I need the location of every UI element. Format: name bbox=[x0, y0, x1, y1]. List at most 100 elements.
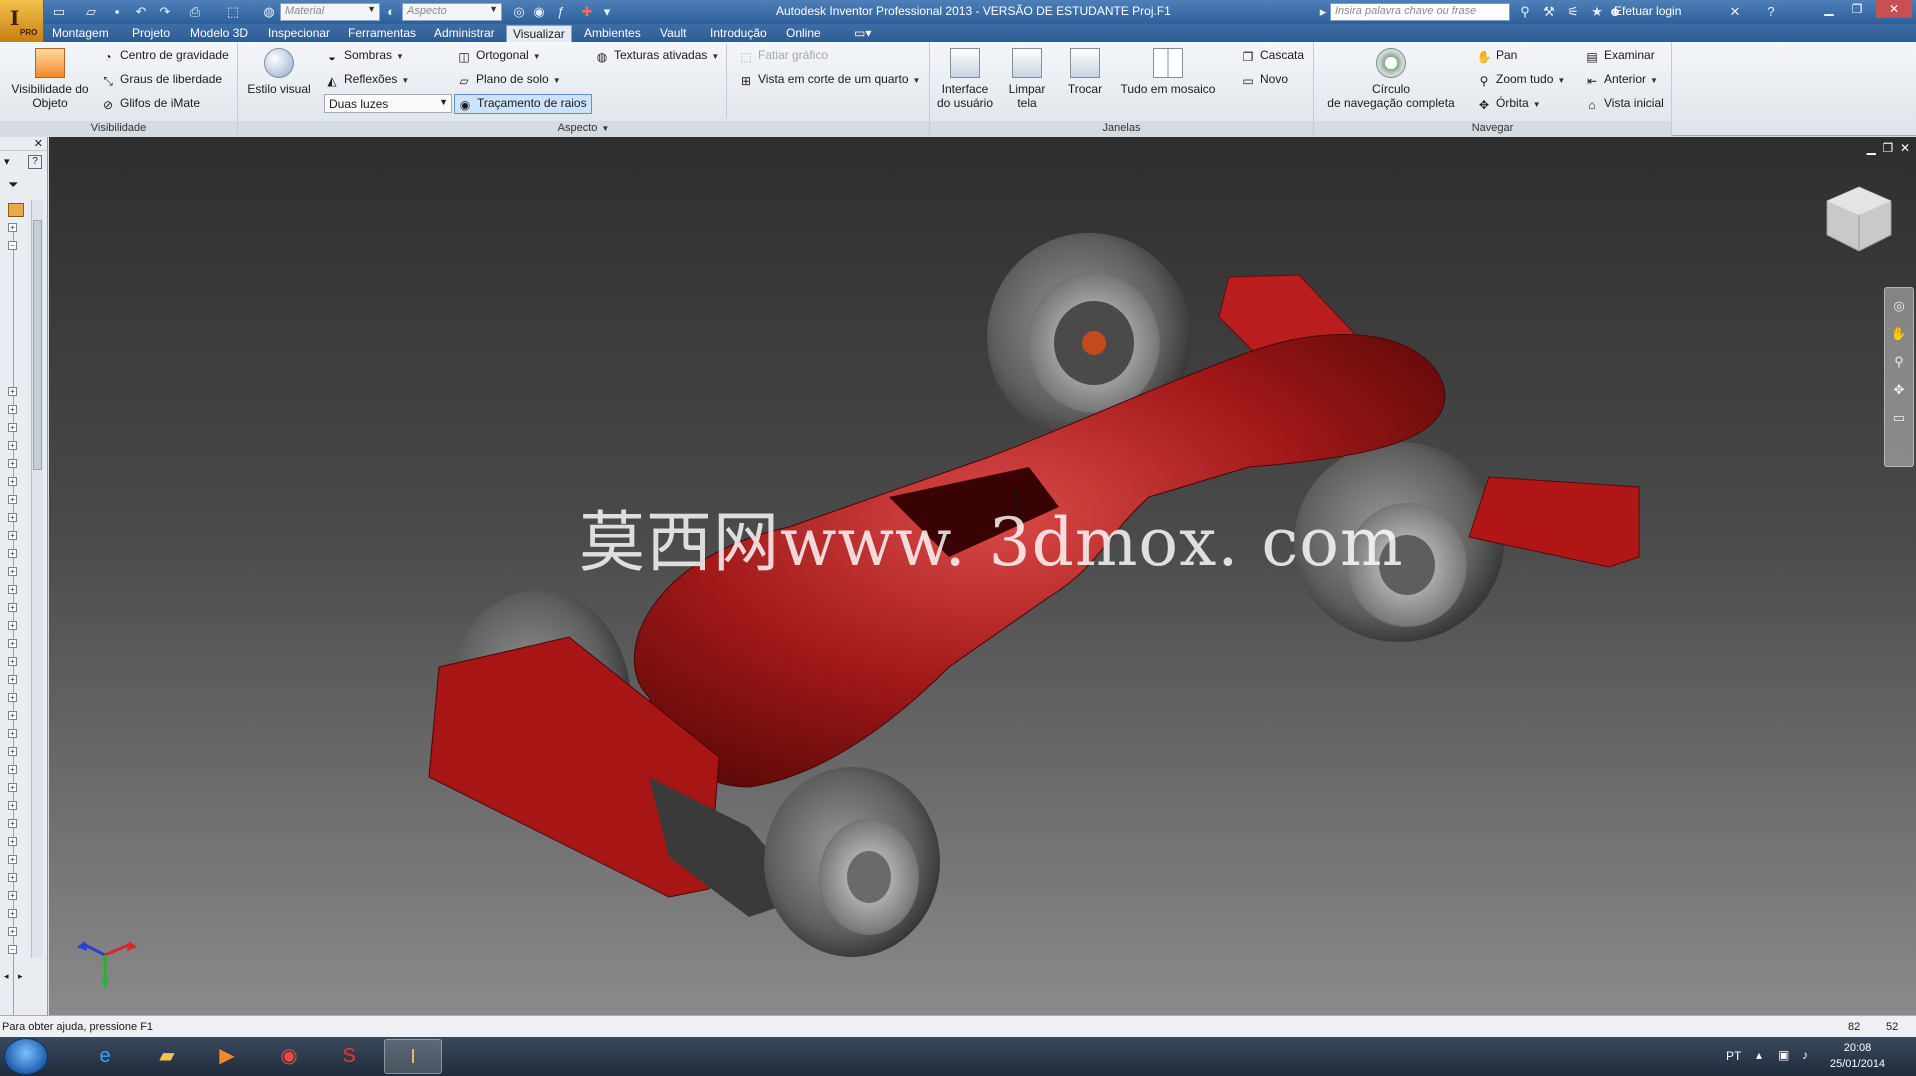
login-button[interactable]: Efetuar login bbox=[1614, 4, 1681, 18]
solidworks-icon[interactable]: S bbox=[320, 1039, 378, 1074]
scroll-right-icon[interactable]: ▸ bbox=[18, 971, 23, 982]
browser-scrollbar[interactable] bbox=[31, 200, 43, 958]
switch-window-button[interactable]: Trocar bbox=[1060, 44, 1110, 96]
parameters-icon[interactable]: ƒ bbox=[552, 3, 570, 21]
ground-plane-button[interactable]: ⏥ Plano de solo ▼ bbox=[456, 72, 560, 88]
tree-expand-toggle[interactable]: + bbox=[8, 765, 17, 774]
inventor-taskbar-icon[interactable]: I bbox=[384, 1039, 442, 1074]
add-icon[interactable]: ✚ bbox=[578, 3, 596, 21]
file-explorer-icon[interactable]: ▰ bbox=[138, 1039, 196, 1074]
tab-visualizar[interactable]: Visualizar bbox=[506, 25, 572, 42]
tree-expand-toggle[interactable]: + bbox=[8, 223, 17, 232]
internet-explorer-icon[interactable]: e bbox=[76, 1039, 134, 1074]
undo-icon[interactable]: ↶ bbox=[132, 3, 150, 21]
tree-expand-toggle[interactable]: − bbox=[8, 241, 17, 250]
object-visibility-button[interactable]: Visibilidade do Objeto bbox=[4, 44, 96, 110]
tree-expand-toggle[interactable]: + bbox=[8, 549, 17, 558]
new-file-icon[interactable]: ▭ bbox=[50, 3, 68, 21]
tab-ambientes[interactable]: Ambientes bbox=[578, 25, 647, 42]
tree-expand-toggle[interactable]: + bbox=[8, 909, 17, 918]
scrollbar-thumb[interactable] bbox=[33, 220, 42, 470]
chrome-icon[interactable]: ◉ bbox=[260, 1039, 318, 1074]
tree-expand-toggle[interactable]: + bbox=[8, 855, 17, 864]
communication-icon[interactable]: ⚟ bbox=[1564, 3, 1582, 21]
quarter-section-view-button[interactable]: ⊞ Vista em corte de um quarto ▼ bbox=[738, 72, 920, 88]
zoom-all-button[interactable]: ⚲ Zoom tudo ▼ bbox=[1476, 72, 1566, 88]
subscription-icon[interactable]: ⚒ bbox=[1540, 3, 1558, 21]
show-hidden-icons-icon[interactable]: ▴ bbox=[1756, 1048, 1762, 1062]
pan-hand-icon[interactable]: ✋ bbox=[1890, 326, 1908, 344]
start-button[interactable] bbox=[4, 1038, 48, 1075]
tab-administrar[interactable]: Administrar bbox=[428, 25, 501, 42]
tree-expand-toggle[interactable]: + bbox=[8, 729, 17, 738]
network-icon[interactable]: ▣ bbox=[1778, 1048, 1789, 1062]
media-player-icon[interactable]: ▶ bbox=[198, 1039, 256, 1074]
tile-all-button[interactable]: Tudo em mosaico bbox=[1118, 44, 1218, 96]
tree-expand-toggle[interactable]: + bbox=[8, 819, 17, 828]
tree-expand-toggle[interactable]: + bbox=[8, 711, 17, 720]
tree-expand-toggle[interactable]: + bbox=[8, 837, 17, 846]
look-at-icon[interactable]: ▭ bbox=[1890, 410, 1908, 428]
tree-expand-toggle[interactable]: + bbox=[8, 495, 17, 504]
select-icon[interactable]: ⬚ bbox=[224, 3, 242, 21]
orbit-button[interactable]: ✥ Órbita ▼ bbox=[1476, 96, 1541, 112]
tab-ferramentas[interactable]: Ferramentas bbox=[342, 25, 422, 42]
print-icon[interactable]: ⎙ bbox=[186, 3, 204, 21]
imate-glyphs-button[interactable]: ⊘ Glifos de iMate bbox=[100, 96, 200, 112]
close-button[interactable]: ✕ bbox=[1876, 0, 1912, 18]
tree-expand-toggle[interactable]: + bbox=[8, 693, 17, 702]
slice-graphics-button[interactable]: ⬚ Fatiar gráfico bbox=[738, 48, 828, 64]
tree-expand-toggle[interactable]: + bbox=[8, 459, 17, 468]
browser-menu-icon[interactable]: ▾ bbox=[4, 155, 10, 168]
look-at-button[interactable]: ▤ Examinar bbox=[1584, 48, 1654, 64]
pan-button[interactable]: ✋ Pan bbox=[1476, 48, 1518, 64]
zoom-icon[interactable]: ⚲ bbox=[1890, 354, 1908, 372]
full-navigation-wheel-button[interactable]: Círculo de navegação completa bbox=[1320, 44, 1462, 110]
tab-introducao[interactable]: Introdução bbox=[704, 25, 773, 42]
tree-expand-toggle[interactable]: + bbox=[8, 513, 17, 522]
minimize-button[interactable]: ▁ bbox=[1816, 0, 1842, 18]
graphics-viewport[interactable]: ▁ ❐ ✕ 1 莫西网www. 3dmox. com ◎ ✋ ⚲ ✥ ▭ bbox=[49, 137, 1916, 1015]
ray-tracing-button[interactable]: ◉ Traçamento de raios bbox=[454, 94, 592, 114]
reflections-button[interactable]: ◭ Reflexões ▼ bbox=[324, 72, 409, 88]
tree-expand-toggle[interactable]: + bbox=[8, 621, 17, 630]
center-of-gravity-button[interactable]: ◔ Centro de gravidade bbox=[100, 48, 228, 64]
orbit-icon[interactable]: ✥ bbox=[1890, 382, 1908, 400]
lighting-style-select[interactable]: Duas luzes ▼ bbox=[324, 94, 452, 113]
help-icon[interactable]: ? bbox=[1762, 3, 1780, 21]
scroll-left-icon[interactable]: ◂ bbox=[4, 971, 9, 982]
tree-expand-toggle[interactable]: + bbox=[8, 603, 17, 612]
tree-expand-toggle[interactable]: + bbox=[8, 675, 17, 684]
system-clock[interactable]: 20:08 25/01/2014 bbox=[1830, 1040, 1885, 1072]
application-menu-button[interactable]: I PRO bbox=[0, 0, 44, 42]
tab-inspecionar[interactable]: Inspecionar bbox=[262, 25, 336, 42]
tree-expand-toggle[interactable]: + bbox=[8, 927, 17, 936]
tree-expand-toggle[interactable]: + bbox=[8, 801, 17, 810]
tab-overflow-icon[interactable]: ▭▾ bbox=[848, 25, 877, 42]
tab-modelo-3d[interactable]: Modelo 3D bbox=[184, 25, 254, 42]
redo-icon[interactable]: ↷ bbox=[156, 3, 174, 21]
textures-on-button[interactable]: ◍ Texturas ativadas ▼ bbox=[594, 48, 720, 64]
filter-icon[interactable]: ⏷ bbox=[8, 177, 18, 193]
favorites-star-icon[interactable]: ★ bbox=[1588, 3, 1606, 21]
tab-montagem[interactable]: Montagem bbox=[46, 25, 115, 42]
tree-expand-toggle[interactable]: + bbox=[8, 585, 17, 594]
open-folder-icon[interactable]: ▱ bbox=[82, 3, 100, 21]
assembly-icon[interactable] bbox=[8, 203, 24, 217]
new-window-button[interactable]: ▭ Novo bbox=[1240, 72, 1288, 88]
tree-expand-toggle[interactable]: − bbox=[8, 945, 17, 954]
help-icon[interactable]: ? bbox=[28, 155, 42, 169]
tree-expand-toggle[interactable]: + bbox=[8, 747, 17, 756]
panel-title-aspecto[interactable]: Aspecto ▼ bbox=[238, 121, 929, 136]
tree-expand-toggle[interactable]: + bbox=[8, 639, 17, 648]
user-interface-button[interactable]: Interface do usuário bbox=[932, 44, 998, 110]
adjust-icon[interactable]: ◉ bbox=[530, 3, 548, 21]
home-view-button[interactable]: ⌂ Vista inicial bbox=[1584, 96, 1663, 112]
previous-view-button[interactable]: ⇤ Anterior ▼ bbox=[1584, 72, 1658, 88]
tab-projeto[interactable]: Projeto bbox=[126, 25, 176, 42]
tree-expand-toggle[interactable]: + bbox=[8, 783, 17, 792]
visual-style-button[interactable]: Estilo visual bbox=[244, 44, 314, 96]
orthographic-button[interactable]: ◫ Ortogonal ▼ bbox=[456, 48, 540, 64]
appearance-combo[interactable]: Aspecto ▼ bbox=[402, 3, 502, 21]
tree-expand-toggle[interactable]: + bbox=[8, 387, 17, 396]
